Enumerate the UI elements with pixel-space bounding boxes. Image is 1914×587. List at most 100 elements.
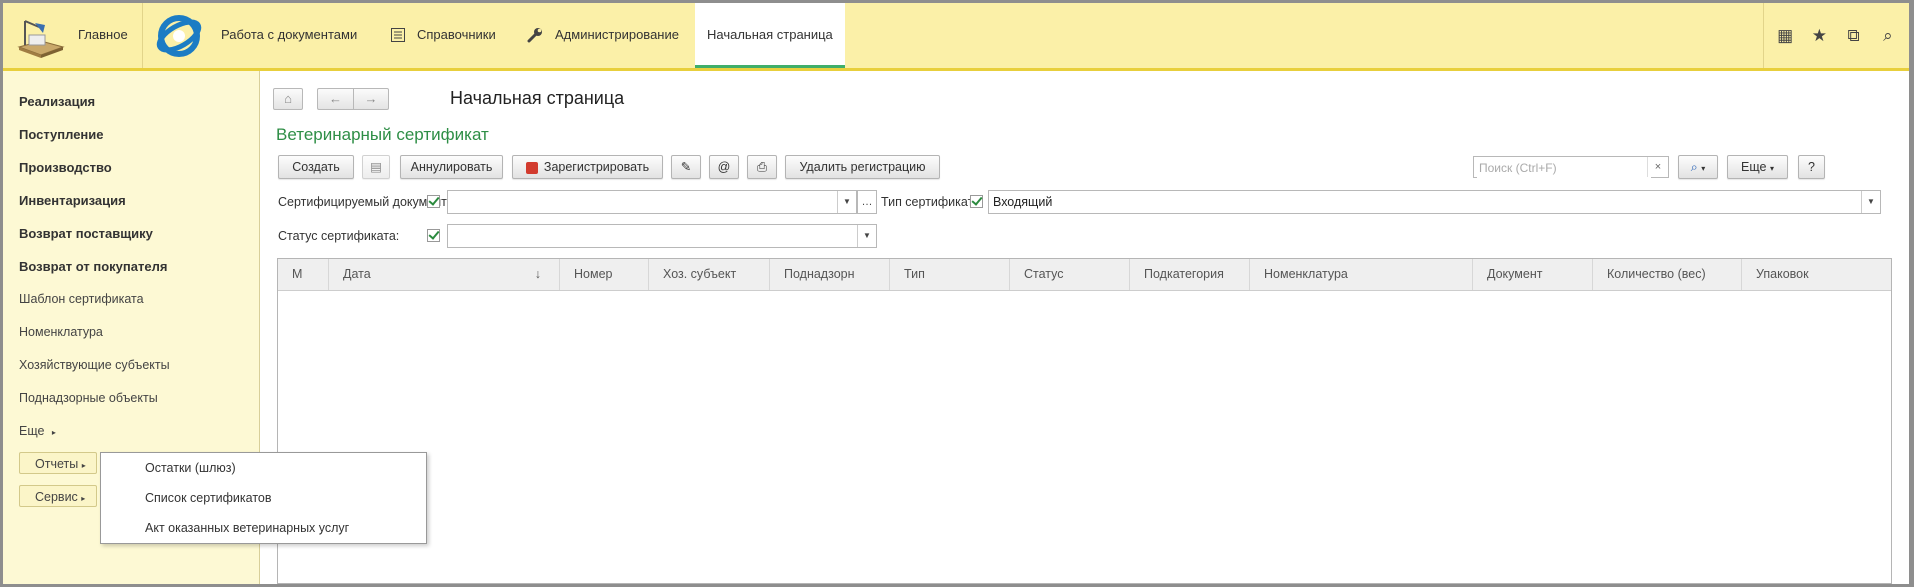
section-documents[interactable]: Работа с документами xyxy=(143,3,380,68)
search-input[interactable] xyxy=(1477,158,1651,178)
printer-icon: ⎙ xyxy=(756,160,767,174)
documents-logo-icon xyxy=(155,13,203,62)
section-administration[interactable]: Администрирование xyxy=(515,3,695,68)
cert-type-label: Тип сертификата: xyxy=(881,195,984,209)
cert-type-field[interactable]: Входящий ▼ xyxy=(988,190,1881,214)
reports-button-label: Отчеты xyxy=(35,457,79,471)
certificates-table[interactable]: М Дата ↓ Номер Хоз. субъект Поднадзорн Т… xyxy=(277,258,1892,584)
arrow-right-icon: → xyxy=(364,91,378,106)
sidebar-item-certificate-template[interactable]: Шаблон сертификата xyxy=(19,292,144,306)
status-checkbox[interactable] xyxy=(427,229,440,242)
reports-dropdown-menu: Остатки (шлюз) Список сертификатов Акт о… xyxy=(100,452,427,544)
home-button[interactable]: ⌂ xyxy=(273,88,303,110)
cert-doc-field[interactable]: ▼ xyxy=(447,190,857,214)
more-button[interactable]: Еще ▾ xyxy=(1727,155,1788,179)
chevron-down-icon[interactable]: ▼ xyxy=(857,225,876,247)
cert-type-checkbox[interactable] xyxy=(970,195,983,208)
create-button[interactable]: Создать xyxy=(278,155,354,179)
cert-doc-select-button[interactable]: … xyxy=(857,190,877,214)
tab-home-page-label: Начальная страница xyxy=(707,27,833,42)
section-administration-label: Администрирование xyxy=(555,27,679,42)
page-title: Начальная страница xyxy=(450,88,625,108)
more-button-label: Еще xyxy=(1741,160,1767,174)
column-header[interactable]: Дата ↓ xyxy=(328,259,559,290)
star-icon[interactable]: ★ xyxy=(1805,26,1833,46)
column-header[interactable]: Номенклатура xyxy=(1249,259,1472,290)
home-icon: ⌂ xyxy=(284,91,292,106)
section-references[interactable]: Справочники xyxy=(380,3,515,68)
history-icon[interactable]: ⧉ xyxy=(1840,26,1868,46)
wrench-icon xyxy=(527,27,543,46)
column-header[interactable]: Хоз. субъект xyxy=(648,259,769,290)
forward-button[interactable]: → xyxy=(353,88,389,110)
sign-button[interactable]: ✎ xyxy=(671,155,701,179)
caret-right-icon: ▸ xyxy=(81,494,86,503)
table-header: М Дата ↓ Номер Хоз. субъект Поднадзорн Т… xyxy=(278,259,1891,291)
sidebar-item-supervised-objects[interactable]: Поднадзорные объекты xyxy=(19,391,158,405)
column-header[interactable]: Документ xyxy=(1472,259,1592,290)
cert-doc-label: Сертифицируемый документ: xyxy=(278,195,451,209)
section-main[interactable]: Главное xyxy=(3,3,143,68)
pen-icon: ✎ xyxy=(680,160,692,174)
cert-doc-checkbox[interactable] xyxy=(427,195,440,208)
service-button-label: Сервис xyxy=(35,490,78,504)
top-navigation-bar: Главное Работа с документами Справочники xyxy=(3,3,1909,71)
reports-button[interactable]: Отчеты ▸ xyxy=(19,452,97,474)
sidebar-more[interactable]: Еще ▸ xyxy=(19,424,56,438)
search-icon[interactable]: ⌕ xyxy=(1874,26,1902,46)
column-header[interactable]: Количество (вес) xyxy=(1592,259,1741,290)
column-header[interactable]: Номер xyxy=(559,259,648,290)
caret-down-icon: ▾ xyxy=(1769,164,1774,173)
print-button[interactable]: ⎙ xyxy=(747,155,777,179)
email-button[interactable]: @ xyxy=(709,155,739,179)
delete-registration-button[interactable]: Удалить регистрацию xyxy=(785,155,940,179)
sidebar-item-return-from-customer[interactable]: Возврат от покупателя xyxy=(19,259,167,274)
sidebar-item-inventory[interactable]: Инвентаризация xyxy=(19,193,126,208)
clear-search-icon[interactable]: × xyxy=(1647,157,1668,177)
desk-lamp-icon xyxy=(15,13,67,62)
menu-item-gateway-balances[interactable]: Остатки (шлюз) xyxy=(145,461,236,475)
column-header[interactable]: М xyxy=(278,259,328,290)
register-button-label: Зарегистрировать xyxy=(543,160,650,174)
service-button[interactable]: Сервис ▸ xyxy=(19,485,97,507)
help-button[interactable]: ? xyxy=(1798,155,1825,179)
sidebar-item-business-entities[interactable]: Хозяйствующие субъекты xyxy=(19,358,170,372)
tab-home-page[interactable]: Начальная страница xyxy=(695,3,845,68)
main-content: ⌂ ← → Начальная страница Ветеринарный се… xyxy=(261,71,1909,584)
back-button[interactable]: ← xyxy=(317,88,353,110)
status-label: Статус сертификата: xyxy=(278,229,400,243)
sidebar-item-receipts[interactable]: Поступление xyxy=(19,127,104,142)
search-icon: ⌕ xyxy=(1690,160,1698,174)
sidebar-more-label: Еще xyxy=(19,424,45,438)
sidebar-item-return-to-supplier[interactable]: Возврат поставщику xyxy=(19,226,153,241)
menu-item-certificates-list[interactable]: Список сертификатов xyxy=(145,491,272,505)
search-options-button[interactable]: ⌕ ▾ xyxy=(1678,155,1718,179)
column-header[interactable]: Поднадзорн xyxy=(769,259,889,290)
section-references-label: Справочники xyxy=(417,27,496,42)
section-main-label: Главное xyxy=(78,27,128,42)
sidebar-item-production[interactable]: Производство xyxy=(19,160,112,175)
chevron-down-icon[interactable]: ▼ xyxy=(1861,191,1880,213)
sidebar-item-nomenclature[interactable]: Номенклатура xyxy=(19,325,103,339)
column-header[interactable]: Статус xyxy=(1009,259,1129,290)
chevron-down-icon[interactable]: ▼ xyxy=(837,191,856,213)
apps-grid-icon[interactable]: ▦ xyxy=(1771,26,1799,46)
caret-right-icon: ▸ xyxy=(51,428,56,437)
search-field[interactable]: × xyxy=(1473,156,1669,178)
status-field[interactable]: ▼ xyxy=(447,224,877,248)
register-icon xyxy=(525,161,538,174)
column-header[interactable]: Подкатегория xyxy=(1129,259,1249,290)
caret-right-icon: ▸ xyxy=(81,461,86,470)
column-header[interactable]: Тип xyxy=(889,259,1009,290)
topbar-tools: ▦ ★ ⧉ ⌕ xyxy=(1763,3,1909,68)
register-button[interactable]: Зарегистрировать xyxy=(512,155,663,179)
menu-item-vet-services-act[interactable]: Акт оказанных ветеринарных услуг xyxy=(145,521,349,535)
copy-icon: ▤ xyxy=(370,160,382,174)
sort-desc-icon: ↓ xyxy=(534,267,541,281)
column-header[interactable]: Упаковок xyxy=(1741,259,1891,290)
sidebar-item-sales[interactable]: Реализация xyxy=(19,94,95,109)
copy-button[interactable]: ▤ xyxy=(362,155,390,179)
list-icon xyxy=(391,28,405,45)
cancel-button[interactable]: Аннулировать xyxy=(400,155,503,179)
arrow-left-icon: ← xyxy=(329,91,342,106)
